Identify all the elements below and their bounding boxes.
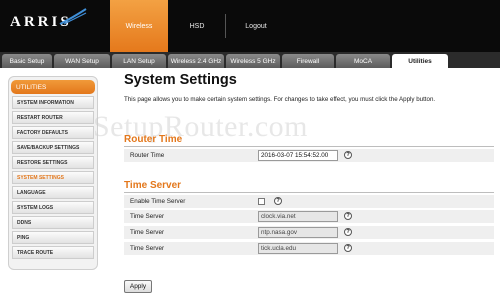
help-icon[interactable]: ? bbox=[344, 151, 352, 159]
sidebar-item-trace-route[interactable]: TRACE ROUTE bbox=[12, 246, 94, 259]
time-server-field-1[interactable] bbox=[258, 211, 338, 222]
topnav-wireless[interactable]: Wireless bbox=[110, 0, 168, 52]
help-icon[interactable]: ? bbox=[344, 228, 352, 236]
sidebar-item-ddns[interactable]: DDNS bbox=[12, 216, 94, 229]
time-server-row: Time Server ? bbox=[124, 210, 494, 224]
topnav-logout[interactable]: Logout bbox=[226, 0, 286, 52]
router-time-heading: Router Time bbox=[124, 134, 183, 145]
utilities-sidebar: UTILITIES SYSTEM INFORMATION RESTART ROU… bbox=[8, 76, 98, 270]
tab-wan-setup[interactable]: WAN Setup bbox=[54, 54, 110, 68]
divider bbox=[124, 192, 494, 193]
sidebar-item-language[interactable]: LANGUAGE bbox=[12, 186, 94, 199]
sidebar-heading: UTILITIES bbox=[11, 80, 95, 94]
tab-basic-setup[interactable]: Basic Setup bbox=[2, 54, 52, 68]
time-server-label: Time Server bbox=[130, 229, 165, 236]
sidebar-item-factory-defaults[interactable]: FACTORY DEFAULTS bbox=[12, 126, 94, 139]
sidebar-item-save-backup[interactable]: SAVE/BACKUP SETTINGS bbox=[12, 141, 94, 154]
time-server-field-3[interactable] bbox=[258, 243, 338, 254]
tab-wireless-24[interactable]: Wireless 2.4 GHz bbox=[168, 54, 224, 68]
sidebar-item-system-information[interactable]: SYSTEM INFORMATION bbox=[12, 96, 94, 109]
sub-tab-bar: Basic Setup WAN Setup LAN Setup Wireless… bbox=[0, 52, 500, 68]
topnav-hsd[interactable]: HSD bbox=[168, 0, 226, 52]
router-time-row: Router Time ? bbox=[124, 149, 494, 163]
time-server-row: Time Server ? bbox=[124, 226, 494, 240]
divider bbox=[124, 146, 494, 147]
time-server-field-2[interactable] bbox=[258, 227, 338, 238]
time-server-label: Time Server bbox=[130, 213, 165, 220]
time-server-label: Time Server bbox=[130, 245, 165, 252]
router-time-field[interactable] bbox=[258, 150, 338, 161]
top-nav: Wireless HSD Logout bbox=[110, 0, 286, 52]
time-server-row: Time Server ? bbox=[124, 242, 494, 256]
enable-time-server-row: Enable Time Server ? bbox=[124, 195, 494, 209]
enable-time-server-label: Enable Time Server bbox=[130, 198, 186, 205]
arris-logo: ARRIS bbox=[10, 8, 90, 34]
apply-button[interactable]: Apply bbox=[124, 280, 152, 293]
sidebar-item-system-settings[interactable]: SYSTEM SETTINGS bbox=[12, 171, 94, 184]
page-title: System Settings bbox=[124, 72, 237, 88]
enable-time-server-checkbox[interactable] bbox=[258, 198, 265, 205]
router-time-label: Router Time bbox=[130, 152, 165, 159]
tab-moca[interactable]: MoCA bbox=[336, 54, 390, 68]
help-icon[interactable]: ? bbox=[344, 212, 352, 220]
sidebar-item-system-logs[interactable]: SYSTEM LOGS bbox=[12, 201, 94, 214]
tab-firewall[interactable]: Firewall bbox=[282, 54, 334, 68]
sidebar-item-restore-settings[interactable]: RESTORE SETTINGS bbox=[12, 156, 94, 169]
top-header: ARRIS Wireless HSD Logout bbox=[0, 0, 500, 52]
tab-utilities[interactable]: Utilities bbox=[392, 54, 448, 68]
sidebar-item-restart-router[interactable]: RESTART ROUTER bbox=[12, 111, 94, 124]
help-icon[interactable]: ? bbox=[274, 197, 282, 205]
page-description: This page allows you to make certain sys… bbox=[124, 96, 436, 103]
sidebar-item-ping[interactable]: PING bbox=[12, 231, 94, 244]
logo-swoosh-icon bbox=[59, 8, 87, 25]
tab-lan-setup[interactable]: LAN Setup bbox=[112, 54, 166, 68]
help-icon[interactable]: ? bbox=[344, 244, 352, 252]
tab-wireless-5[interactable]: Wireless 5 GHz bbox=[226, 54, 280, 68]
time-server-heading: Time Server bbox=[124, 180, 182, 191]
